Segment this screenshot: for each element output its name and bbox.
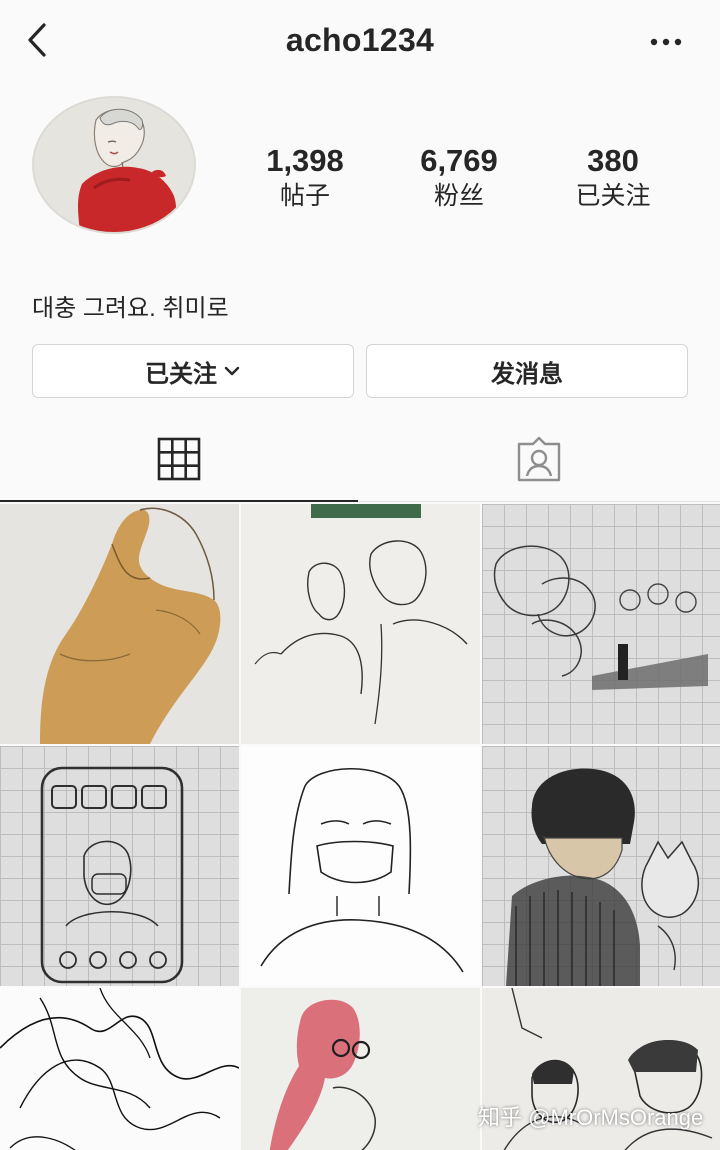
sketch-phone-grid-paper (40, 766, 184, 984)
profile-tabs (0, 418, 720, 502)
sketch-faces-grid-paper (493, 545, 708, 690)
post-thumbnail[interactable] (482, 504, 720, 744)
following-count: 380 (587, 143, 639, 178)
following-button[interactable]: 已关注 (32, 344, 354, 398)
profile-username: acho1234 (285, 22, 435, 58)
sketch-arms-orange (0, 504, 239, 744)
followers-label: 粉丝 (433, 182, 484, 210)
tab-tagged[interactable] (360, 418, 718, 502)
message-button-label: 发消息 (491, 360, 563, 388)
stat-followers[interactable]: 6,769 粉丝 (384, 142, 534, 222)
sketch-couple-line (241, 504, 480, 744)
tagged-person-icon (517, 436, 561, 482)
message-button[interactable]: 发消息 (366, 344, 688, 398)
more-options-button[interactable] (646, 30, 686, 54)
profile-stats: 1,398 帖子 6,769 粉丝 380 已关注 (228, 142, 690, 222)
posts-count: 1,398 (266, 143, 344, 178)
stat-following[interactable]: 380 已关注 (538, 142, 688, 222)
chevron-down-icon (224, 366, 240, 376)
post-thumbnail[interactable] (241, 504, 480, 744)
post-thumbnail[interactable] (241, 988, 480, 1150)
post-thumbnail[interactable] (0, 988, 239, 1150)
stat-posts[interactable]: 1,398 帖子 (230, 142, 380, 222)
grid-icon (157, 437, 201, 481)
watermark-text: 知乎 @MrOrMsOrange (478, 1105, 704, 1130)
following-label: 已关注 (575, 182, 651, 210)
sketch-abstract-lines (0, 988, 239, 1150)
sketch-pink-figure (241, 988, 480, 1150)
posts-label: 帖子 (279, 182, 330, 210)
more-horizontal-icon (650, 38, 682, 46)
sketch-woman-mask (241, 746, 480, 986)
post-thumbnail[interactable] (482, 746, 720, 986)
tab-posts-grid[interactable] (0, 418, 358, 502)
illustrated-avatar (34, 98, 194, 232)
post-thumbnail[interactable] (241, 746, 480, 986)
following-button-label: 已关注 (145, 360, 217, 388)
followers-count: 6,769 (420, 143, 498, 178)
top-bar: acho1234 (0, 0, 720, 86)
profile-bio: 대충 그려요. 취미로 (32, 295, 229, 322)
post-thumbnail[interactable] (0, 504, 239, 744)
profile-avatar[interactable] (32, 96, 196, 234)
sketch-girl-bob-cat (506, 768, 700, 986)
post-thumbnail[interactable] (0, 746, 239, 986)
posts-grid (0, 504, 720, 1150)
